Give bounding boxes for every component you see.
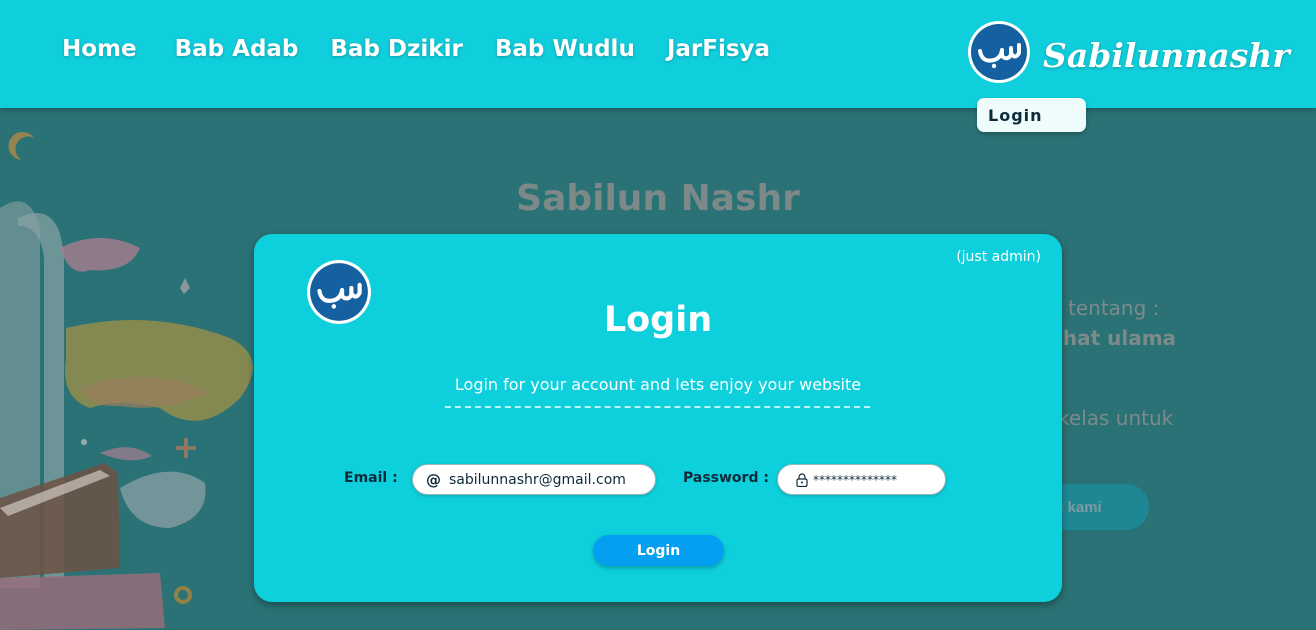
nav-link-bab-dzikir[interactable]: Bab Dzikir xyxy=(330,36,462,62)
at-icon: @ xyxy=(426,470,441,489)
email-input[interactable] xyxy=(449,471,655,488)
modal-title: Login xyxy=(603,300,713,340)
password-field[interactable] xyxy=(777,464,946,495)
lock-icon xyxy=(796,472,808,487)
nav-links: Home Bab Adab Bab Dzikir Bab Wudlu JarFi… xyxy=(62,36,802,62)
dashed-divider xyxy=(445,406,870,408)
hero-text-line-3: kelas untuk xyxy=(1058,406,1174,430)
hero-title: Sabilun Nashr xyxy=(516,178,800,219)
navbar: Home Bab Adab Bab Dzikir Bab Wudlu JarFi… xyxy=(0,0,1316,108)
email-field[interactable]: @ xyxy=(412,464,656,495)
admin-note: (just admin) xyxy=(956,249,1041,265)
login-submit-button[interactable]: Login xyxy=(593,535,724,566)
password-input[interactable] xyxy=(813,472,945,487)
hero-text-line-2: ihat ulama xyxy=(1056,326,1177,350)
hero-text-line-1: tentang : xyxy=(1068,296,1160,320)
login-modal: (just admin) Login Login for your accoun… xyxy=(254,234,1062,602)
nav-link-jarfisya[interactable]: JarFisya xyxy=(667,36,770,62)
brand-name: Sabilunnashr xyxy=(1043,36,1290,75)
nav-link-home[interactable]: Home xyxy=(62,36,137,62)
password-label: Password : xyxy=(683,470,769,486)
logo-icon[interactable] xyxy=(967,20,1031,84)
nav-login-button[interactable]: Login xyxy=(977,98,1086,132)
nav-link-bab-adab[interactable]: Bab Adab xyxy=(175,36,299,62)
nav-link-bab-wudlu[interactable]: Bab Wudlu xyxy=(495,36,635,62)
modal-subtitle: Login for your account and lets enjoy yo… xyxy=(454,375,862,394)
email-label: Email : xyxy=(344,470,398,486)
